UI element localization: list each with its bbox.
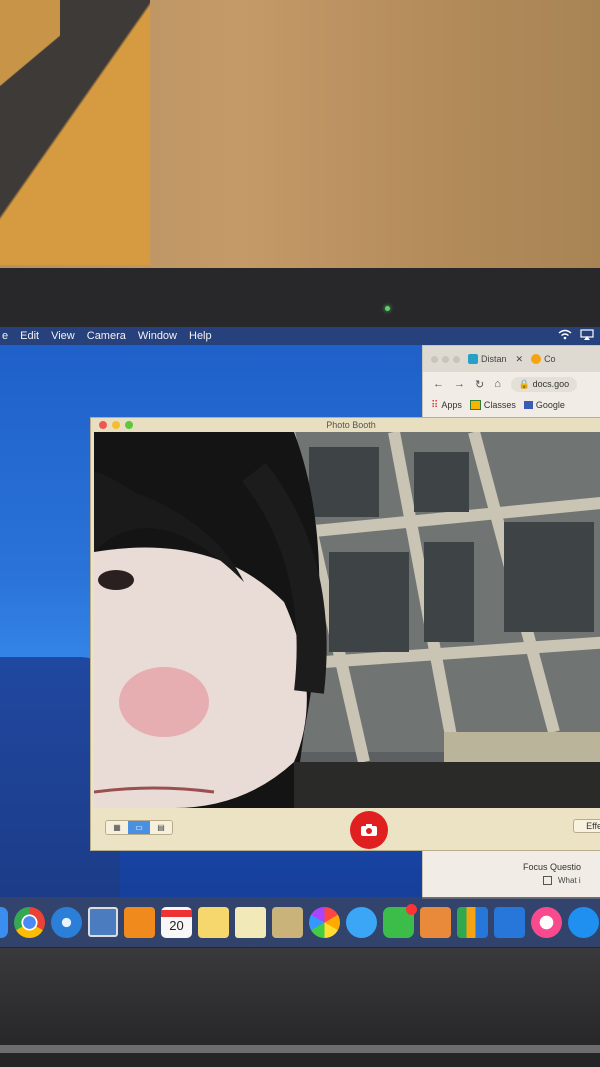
bookmarks-bar: ⠿ Apps Classes Google bbox=[423, 396, 600, 414]
calendar-icon[interactable]: 20 bbox=[161, 906, 192, 938]
minimize-dot-icon[interactable] bbox=[442, 355, 449, 363]
pages2-icon[interactable] bbox=[420, 906, 451, 938]
window-title: Photo Booth bbox=[326, 420, 376, 430]
menu-edit[interactable]: Edit bbox=[20, 330, 39, 342]
browser-tab-2[interactable]: Co bbox=[531, 354, 556, 364]
zoom-dot-icon[interactable] bbox=[453, 355, 460, 363]
wifi-icon[interactable] bbox=[558, 329, 572, 343]
doc-list-item: What i bbox=[543, 876, 581, 886]
doc-item-text: What i bbox=[558, 876, 581, 885]
airplay-icon[interactable] bbox=[580, 329, 594, 343]
checkbox-icon[interactable] bbox=[543, 876, 552, 886]
browser-toolbar: ← → ↻ ⌂ 🔒 docs.goo bbox=[423, 372, 600, 396]
bookmark-google[interactable]: Google bbox=[523, 400, 565, 410]
wall-decoration-accent bbox=[0, 0, 60, 120]
notification-badge bbox=[406, 903, 417, 915]
effects-button[interactable]: Effe bbox=[573, 819, 600, 833]
layout-selector: ▦ ▭ ▤ bbox=[105, 820, 173, 835]
calendar-day: 20 bbox=[169, 917, 184, 933]
calendar-header bbox=[161, 909, 192, 917]
menu-app-name[interactable]: e bbox=[2, 330, 8, 342]
menu-bar: e Edit View Camera Window Help bbox=[0, 327, 600, 345]
menu-camera[interactable]: Camera bbox=[87, 330, 126, 342]
photos-icon[interactable] bbox=[309, 906, 340, 938]
pages-icon[interactable] bbox=[124, 906, 155, 938]
forward-arrow-icon[interactable]: → bbox=[454, 378, 465, 390]
single-layout-icon: ▭ bbox=[135, 823, 143, 832]
preview2-icon[interactable] bbox=[272, 906, 303, 938]
single-layout-button[interactable]: ▭ bbox=[128, 821, 150, 834]
browser-tab-strip: Distan ✕ Co bbox=[423, 346, 600, 372]
grid-layout-icon: ▦ bbox=[113, 823, 121, 832]
facetime-icon[interactable] bbox=[383, 903, 417, 938]
preview-icon[interactable] bbox=[88, 907, 118, 937]
bookmark-label: Google bbox=[535, 400, 565, 410]
laptop-screen: e Edit View Camera Window Help Distan ✕ … bbox=[0, 327, 600, 947]
tab-close-icon[interactable]: ✕ bbox=[516, 354, 524, 365]
menu-view[interactable]: View bbox=[51, 330, 75, 342]
window-controls bbox=[431, 355, 460, 363]
address-text: docs.goo bbox=[532, 378, 570, 389]
appstore-icon[interactable] bbox=[568, 906, 599, 938]
photo-booth-titlebar: Photo Booth bbox=[91, 418, 600, 432]
camera-preview bbox=[94, 432, 600, 808]
bookmark-label: Apps bbox=[441, 400, 462, 410]
home-icon[interactable]: ⌂ bbox=[494, 378, 501, 390]
address-bar[interactable]: 🔒 docs.goo bbox=[510, 376, 578, 392]
bookmark-classes[interactable]: Classes bbox=[469, 400, 516, 410]
bookmark-apps[interactable]: ⠿ Apps bbox=[431, 400, 462, 411]
grid-layout-button[interactable]: ▦ bbox=[106, 821, 128, 834]
photo-booth-window: Photo Booth ▦ ▭ ▤ Effe bbox=[90, 417, 600, 851]
reload-icon[interactable]: ↻ bbox=[475, 378, 484, 391]
close-dot-icon[interactable] bbox=[431, 355, 438, 363]
webcam-indicator-icon bbox=[385, 306, 390, 311]
apps-grid-icon: ⠿ bbox=[431, 399, 439, 411]
background-wall bbox=[0, 0, 600, 270]
google-classroom-icon bbox=[468, 354, 478, 364]
filmstrip-layout-icon: ▤ bbox=[157, 823, 165, 832]
messages-icon[interactable] bbox=[346, 906, 377, 938]
browser-tab-1[interactable]: Distan ✕ bbox=[468, 354, 523, 365]
menu-help[interactable]: Help bbox=[189, 330, 212, 342]
photo-booth-toolbar: ▦ ▭ ▤ Effe bbox=[91, 808, 600, 850]
laptop-edge bbox=[0, 1045, 600, 1053]
tab-label: Co bbox=[544, 354, 556, 364]
safari-icon[interactable] bbox=[51, 906, 82, 938]
bookmark-label: Classes bbox=[483, 400, 516, 410]
chrome-icon[interactable] bbox=[14, 906, 45, 938]
tab-label: Distan bbox=[481, 354, 507, 364]
classroom-icon bbox=[469, 400, 481, 410]
doc-heading: Focus Questio bbox=[523, 862, 582, 872]
itunes-icon[interactable] bbox=[531, 906, 562, 938]
slides-icon bbox=[531, 354, 542, 364]
camera-icon bbox=[361, 824, 377, 836]
take-photo-button[interactable] bbox=[350, 811, 388, 849]
finder-icon[interactable] bbox=[0, 906, 8, 938]
google-icon bbox=[523, 401, 533, 409]
textedit-icon[interactable] bbox=[235, 906, 266, 938]
back-arrow-icon[interactable]: ← bbox=[433, 378, 444, 390]
lock-icon: 🔒 bbox=[518, 378, 531, 389]
camera-preview-image bbox=[94, 432, 600, 808]
keynote-icon[interactable] bbox=[494, 906, 525, 938]
dock: 20 bbox=[0, 897, 600, 947]
filmstrip-layout-button[interactable]: ▤ bbox=[150, 821, 172, 834]
numbers-icon[interactable] bbox=[457, 906, 488, 938]
menu-window[interactable]: Window bbox=[138, 330, 177, 342]
notes-icon[interactable] bbox=[198, 906, 229, 938]
